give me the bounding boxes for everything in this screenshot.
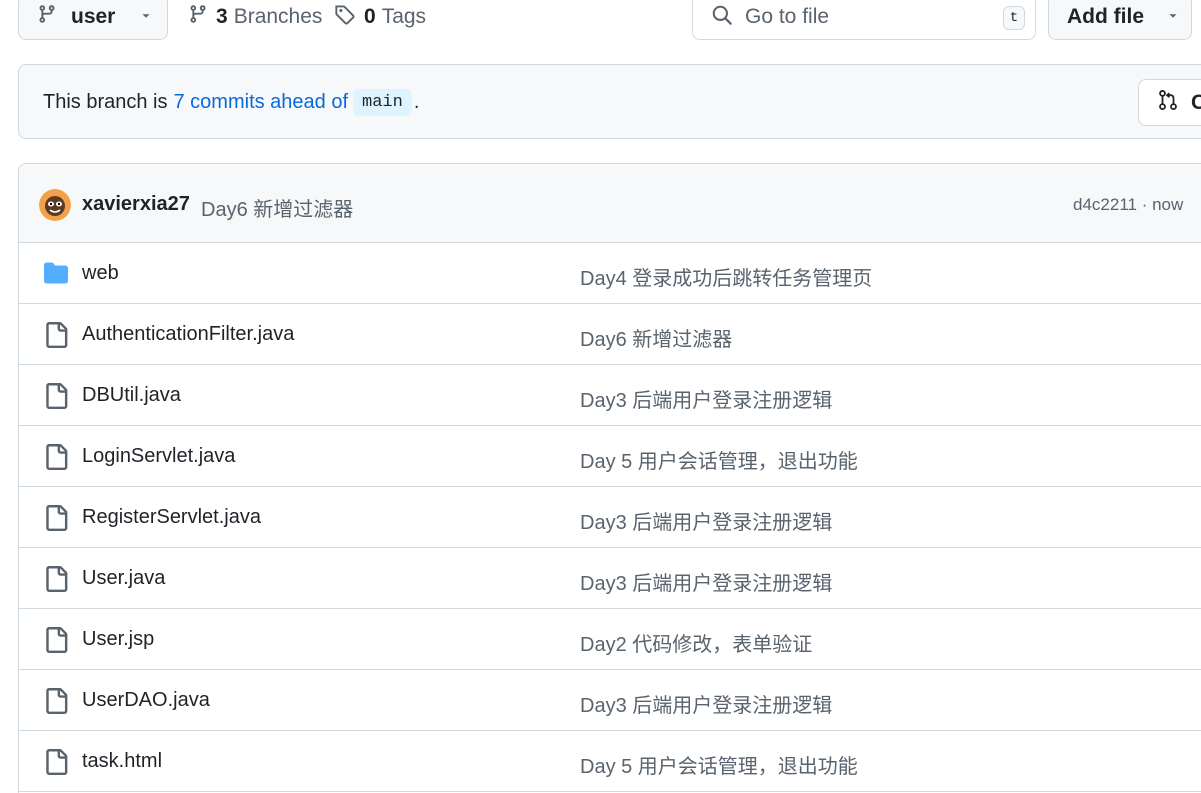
file-commit-message-link[interactable]: Day3 后端用户登录注册逻辑 bbox=[580, 384, 832, 413]
tag-icon bbox=[334, 3, 356, 31]
branch-selector-button[interactable]: user bbox=[18, 0, 168, 40]
ahead-suffix: . bbox=[413, 91, 420, 113]
file-icon bbox=[43, 749, 69, 775]
commit-author-link[interactable]: xavierxia27 bbox=[82, 193, 190, 216]
file-name-link[interactable]: task.html bbox=[82, 750, 162, 773]
file-row[interactable]: web Day4 登录成功后跳转任务管理页 bbox=[19, 243, 1201, 304]
tags-label: Tags bbox=[381, 5, 427, 28]
branch-ahead-text: This branch is 7 commits ahead of main . bbox=[43, 89, 419, 116]
file-name-link[interactable]: DBUtil.java bbox=[82, 384, 181, 407]
commit-hash-time[interactable]: d4c2211 · now bbox=[1073, 195, 1183, 215]
file-row[interactable]: User.java Day3 后端用户登录注册逻辑 bbox=[19, 548, 1201, 609]
file-icon bbox=[43, 383, 69, 409]
search-icon bbox=[711, 4, 733, 31]
tags-link[interactable]: 0 Tags bbox=[334, 0, 426, 34]
base-branch-label: main bbox=[353, 89, 412, 116]
chevron-down-icon bbox=[1166, 5, 1180, 29]
file-icon bbox=[43, 505, 69, 531]
file-name-link[interactable]: RegisterServlet.java bbox=[82, 506, 261, 529]
git-pull-request-icon bbox=[1157, 88, 1179, 118]
file-icon bbox=[43, 444, 69, 470]
branches-link[interactable]: 3 Branches bbox=[188, 0, 322, 34]
file-commit-message-link[interactable]: Day3 后端用户登录注册逻辑 bbox=[580, 689, 832, 718]
chevron-down-icon bbox=[139, 5, 153, 29]
file-commit-message-link[interactable]: Day3 后端用户登录注册逻辑 bbox=[580, 506, 832, 535]
file-commit-message-link[interactable]: Day6 新增过滤器 bbox=[580, 323, 732, 352]
avatar[interactable] bbox=[39, 189, 71, 221]
file-row[interactable]: DBUtil.java Day3 后端用户登录注册逻辑 bbox=[19, 365, 1201, 426]
file-row[interactable]: User.jsp Day2 代码修改，表单验证 bbox=[19, 609, 1201, 670]
branches-label: Branches bbox=[233, 5, 323, 28]
ahead-prefix: This branch is bbox=[43, 91, 168, 113]
folder-icon bbox=[43, 261, 69, 285]
file-name-link[interactable]: web bbox=[82, 262, 119, 285]
file-name-link[interactable]: AuthenticationFilter.java bbox=[82, 323, 294, 346]
keyboard-shortcut-hint: t bbox=[1003, 6, 1025, 30]
file-icon bbox=[43, 566, 69, 592]
contribute-button[interactable]: C bbox=[1138, 79, 1201, 126]
file-icon bbox=[43, 627, 69, 653]
git-branch-icon bbox=[37, 3, 57, 31]
file-commit-message-link[interactable]: Day2 代码修改，表单验证 bbox=[580, 628, 812, 657]
add-file-button[interactable]: Add file bbox=[1048, 0, 1192, 40]
file-row[interactable]: task.html Day 5 用户会话管理，退出功能 bbox=[19, 731, 1201, 792]
file-commit-message-link[interactable]: Day4 登录成功后跳转任务管理页 bbox=[580, 262, 872, 291]
file-icon bbox=[43, 688, 69, 714]
branch-ahead-banner: This branch is 7 commits ahead of main .… bbox=[18, 64, 1201, 139]
add-file-label: Add file bbox=[1067, 5, 1144, 28]
file-table: xavierxia27 Day6 新增过滤器 d4c2211 · now web… bbox=[18, 163, 1201, 793]
file-row[interactable]: AuthenticationFilter.java Day6 新增过滤器 bbox=[19, 304, 1201, 365]
file-row[interactable]: RegisterServlet.java Day3 后端用户登录注册逻辑 bbox=[19, 487, 1201, 548]
contribute-button-label: C bbox=[1191, 91, 1201, 115]
file-commit-message-link[interactable]: Day3 后端用户登录注册逻辑 bbox=[580, 567, 832, 596]
file-row[interactable]: LoginServlet.java Day 5 用户会话管理，退出功能 bbox=[19, 426, 1201, 487]
file-commit-message-link[interactable]: Day 5 用户会话管理，退出功能 bbox=[580, 750, 858, 779]
file-name-link[interactable]: LoginServlet.java bbox=[82, 445, 235, 468]
file-name-link[interactable]: UserDAO.java bbox=[82, 689, 210, 712]
git-branch-icon bbox=[188, 3, 208, 31]
branches-count: 3 bbox=[216, 5, 228, 28]
file-name-link[interactable]: User.jsp bbox=[82, 628, 154, 651]
file-icon bbox=[43, 322, 69, 348]
file-commit-message-link[interactable]: Day 5 用户会话管理，退出功能 bbox=[580, 445, 858, 474]
repo-file-browser: user 3 Branches 0 Tags t Add file bbox=[0, 0, 1201, 793]
commits-ahead-link[interactable]: 7 commits ahead of bbox=[174, 91, 349, 114]
latest-commit-header: xavierxia27 Day6 新增过滤器 d4c2211 · now bbox=[19, 164, 1201, 243]
file-row[interactable]: UserDAO.java Day3 后端用户登录注册逻辑 bbox=[19, 670, 1201, 731]
file-list: web Day4 登录成功后跳转任务管理页 AuthenticationFilt… bbox=[19, 243, 1201, 792]
tags-count: 0 bbox=[364, 5, 376, 28]
branch-name: user bbox=[71, 5, 116, 28]
go-to-file-search[interactable]: t bbox=[692, 0, 1036, 40]
go-to-file-input[interactable] bbox=[745, 5, 985, 29]
commit-message-link[interactable]: Day6 新增过滤器 bbox=[201, 193, 353, 222]
file-name-link[interactable]: User.java bbox=[82, 567, 165, 590]
